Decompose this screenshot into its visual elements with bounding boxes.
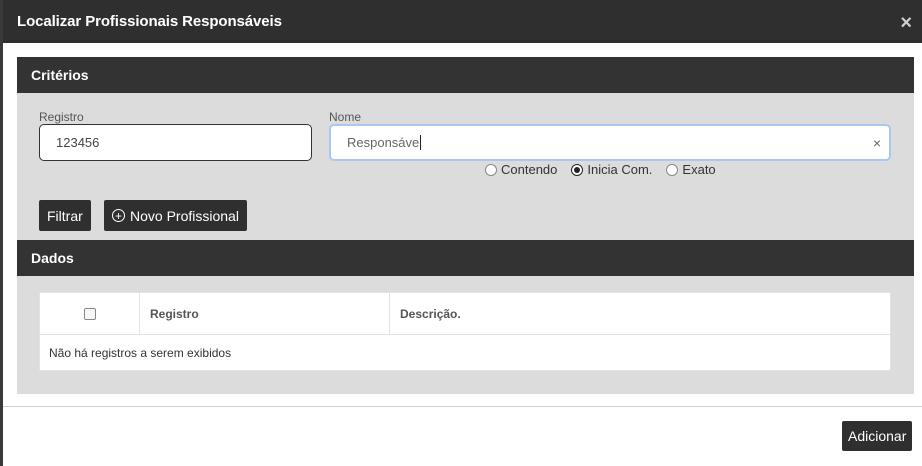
radio-button[interactable] bbox=[485, 163, 497, 176]
registro-input-value: 123456 bbox=[56, 135, 100, 150]
radio-inicia-com[interactable]: Inicia Com. bbox=[571, 162, 652, 177]
plus-circle-icon: + bbox=[112, 209, 125, 222]
filter-button[interactable]: Filtrar bbox=[39, 200, 91, 231]
nome-input-value: Responsáve bbox=[347, 135, 420, 150]
column-registro[interactable]: Registro bbox=[139, 292, 390, 335]
select-all-cell bbox=[39, 292, 140, 335]
nome-input[interactable]: Responsáve × bbox=[329, 124, 891, 161]
new-professional-label: Novo Profissional bbox=[130, 207, 239, 224]
add-button[interactable]: Adicionar bbox=[842, 421, 913, 451]
modal-header: Localizar Profissionais Responsáveis × bbox=[3, 0, 922, 43]
nome-label: Nome bbox=[329, 110, 362, 124]
radio-inicia-com-label: Inicia Com. bbox=[587, 162, 653, 177]
data-body: Registro Descrição. Não há registros a s… bbox=[17, 276, 914, 394]
table-header-row: Registro Descrição. bbox=[39, 292, 891, 335]
radio-contendo[interactable]: Contendo bbox=[485, 162, 557, 177]
radio-button[interactable] bbox=[666, 163, 679, 176]
registro-label: Registro bbox=[39, 110, 84, 124]
radio-exato[interactable]: Exato bbox=[666, 162, 716, 177]
criteria-body: Registro 123456 Nome Responsáve × Conten… bbox=[17, 93, 914, 240]
criteria-heading: Critérios bbox=[17, 57, 914, 93]
footer-divider bbox=[3, 406, 922, 407]
new-professional-button[interactable]: + Novo Profissional bbox=[104, 200, 247, 231]
find-professionals-modal: Localizar Profissionais Responsáveis × C… bbox=[3, 0, 922, 466]
match-mode-group: Contendo Inicia Com. Exato bbox=[485, 162, 730, 177]
column-descricao[interactable]: Descrição. bbox=[389, 292, 891, 335]
registro-input[interactable]: 123456 bbox=[39, 124, 312, 161]
text-caret bbox=[420, 135, 422, 150]
radio-contendo-label: Contendo bbox=[501, 162, 558, 177]
table-row: Não há registros a serem exibidos bbox=[39, 334, 891, 371]
close-icon[interactable]: × bbox=[900, 12, 912, 35]
empty-message: Não há registros a serem exibidos bbox=[39, 334, 891, 371]
radio-exato-label: Exato bbox=[682, 162, 716, 177]
clear-icon[interactable]: × bbox=[873, 135, 881, 151]
modal-title: Localizar Profissionais Responsáveis bbox=[17, 13, 282, 30]
select-all-checkbox[interactable] bbox=[83, 308, 96, 321]
radio-button-checked[interactable] bbox=[571, 163, 584, 176]
data-heading: Dados bbox=[17, 240, 914, 276]
results-table: Registro Descrição. Não há registros a s… bbox=[39, 292, 891, 371]
data-panel: Dados Registro Descrição. Não há registr… bbox=[17, 240, 914, 394]
criteria-panel: Critérios Registro 123456 Nome Responsáv… bbox=[17, 57, 914, 240]
